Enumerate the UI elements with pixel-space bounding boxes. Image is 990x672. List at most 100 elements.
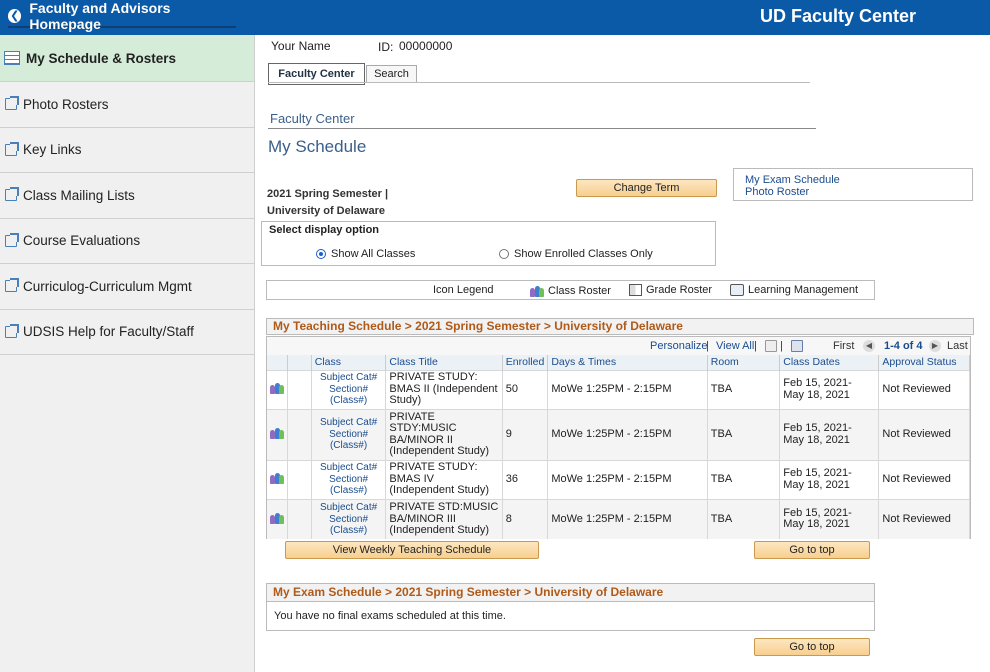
exam-schedule-link[interactable]: My Exam Schedule [745, 174, 961, 186]
column-header: Enrolled [502, 355, 549, 370]
first-label[interactable]: First [833, 340, 854, 352]
legend-grade-roster-label: Grade Roster [646, 284, 713, 296]
exam-schedule-message: You have no final exams scheduled at thi… [266, 602, 875, 631]
class-dates: Feb 15, 2021- May 18, 2021 [779, 408, 880, 460]
room: TBA [707, 459, 781, 499]
row-range: 1-4 of 4 [884, 340, 923, 352]
term-line-1: 2021 Spring Semester | [267, 188, 389, 200]
sidebar-item-udsis-help[interactable]: UDSIS Help for Faculty/Staff [0, 310, 254, 355]
sidebar-item-curriculog[interactable]: Curriculog-Curriculum Mgmt [0, 264, 254, 310]
legend-class-roster: Class Roster [530, 284, 611, 297]
show-enrolled-radio[interactable]: Show Enrolled Classes Only [499, 248, 653, 260]
days-times: MoWe 1:25PM - 2:15PM [547, 498, 708, 539]
sidebar-item-course-evaluations[interactable]: Course Evaluations [0, 219, 254, 264]
class-roster-cell[interactable] [267, 498, 288, 539]
exam-schedule-heading: My Exam Schedule > 2021 Spring Semester … [266, 583, 875, 602]
user-id-label: ID: [378, 40, 394, 54]
sidebar-item-label: Curriculog-Curriculum Mgmt [23, 278, 192, 294]
class-section: Section# [329, 428, 369, 440]
back-to-homepage-link[interactable]: ❮ Faculty and Advisors Homepage [8, 0, 236, 32]
page-title: My Schedule [268, 137, 367, 156]
class-subject: Subject Cat# [319, 502, 378, 513]
column-header: Room [707, 355, 781, 370]
next-icon[interactable]: ▶ [929, 340, 941, 352]
zoom-icon[interactable] [765, 340, 777, 352]
schedule-table: Class Class Title Enrolled Days & Times … [267, 355, 970, 539]
teaching-schedule-grid: Personalize | View All | | First ◀ 1-4 o… [266, 336, 971, 539]
change-term-button[interactable]: Change Term [576, 179, 717, 197]
class-roster-cell[interactable] [267, 408, 288, 460]
photo-roster-link[interactable]: Photo Roster [745, 186, 961, 198]
view-all-link[interactable]: View All [716, 340, 754, 352]
nav-separator: | [754, 340, 757, 352]
download-icon[interactable] [791, 340, 803, 352]
tab-search[interactable]: Search [366, 65, 417, 83]
empty-cell [287, 408, 312, 460]
back-link-label: Faculty and Advisors Homepage [29, 0, 171, 32]
class-title: PRIVATE STUDY: BMAS II (Independent Stud… [385, 369, 503, 409]
class-link[interactable]: Subject Cat# Section# (Class#) [311, 369, 387, 409]
days-times: MoWe 1:25PM - 2:15PM [547, 408, 708, 460]
enrolled: 9 [502, 408, 549, 460]
table-row: Subject Cat# Section# (Class#) PRIVATE S… [267, 369, 970, 409]
sidebar: My Schedule & Rosters Photo Rosters Key … [0, 35, 255, 672]
sidebar-item-key-links[interactable]: Key Links [0, 128, 254, 173]
class-roster-icon[interactable] [270, 426, 284, 440]
sidebar-item-mailing-lists[interactable]: Class Mailing Lists [0, 173, 254, 219]
table-row: Subject Cat# Section# (Class#) PRIVATE S… [267, 498, 970, 539]
class-section: Section# [329, 513, 369, 525]
room: TBA [707, 369, 781, 409]
class-roster-icon[interactable] [270, 511, 284, 524]
sidebar-item-label: My Schedule & Rosters [26, 50, 177, 66]
approval-status: Not Reviewed [878, 408, 970, 460]
user-id-value: 00000000 [399, 39, 453, 53]
radio-selected-icon [316, 249, 326, 259]
show-all-radio[interactable]: Show All Classes [316, 248, 415, 260]
class-roster-icon[interactable] [270, 471, 284, 485]
class-link[interactable]: Subject Cat# Section# (Class#) [311, 408, 387, 460]
room: TBA [707, 408, 781, 460]
view-weekly-schedule-button[interactable]: View Weekly Teaching Schedule [285, 541, 539, 559]
go-to-top-button[interactable]: Go to top [754, 541, 870, 559]
enrolled: 36 [502, 459, 549, 499]
column-header: Days & Times [547, 355, 708, 370]
sidebar-item-label: Course Evaluations [23, 233, 141, 249]
class-section: Section# [329, 383, 369, 395]
class-title: PRIVATE STDY:MUSIC BA/MINOR II (Independ… [385, 408, 503, 460]
icon-column [287, 355, 312, 370]
legend-learning-mgmt-label: Learning Management [748, 284, 859, 296]
class-dates: Feb 15, 2021- May 18, 2021 [779, 369, 880, 409]
external-link-icon [5, 323, 19, 338]
display-option-box: Select display option Show All Classes S… [261, 221, 716, 266]
column-header: Approval Status [878, 355, 970, 370]
column-header: Class [311, 355, 387, 370]
icon-legend: Icon Legend Class Roster Grade Roster Le… [266, 280, 875, 300]
user-name-label: Your Name [271, 39, 331, 53]
class-roster-icon[interactable] [270, 381, 284, 395]
table-header-row: Class Class Title Enrolled Days & Times … [267, 355, 970, 370]
class-roster-cell[interactable] [267, 369, 288, 409]
display-option-title: Select display option [269, 224, 380, 236]
sidebar-item-photo-rosters[interactable]: Photo Rosters [0, 82, 254, 128]
legend-grade-roster: Grade Roster [629, 284, 712, 296]
sidebar-item-label: Photo Rosters [23, 96, 109, 112]
class-subject: Subject Cat# [319, 372, 378, 384]
main-content: Your Name ID: 00000000 Faculty Center Se… [255, 35, 990, 672]
class-roster-cell[interactable] [267, 459, 288, 499]
personalize-link[interactable]: Personalize [650, 340, 707, 352]
sidebar-item-label: Key Links [23, 142, 82, 158]
sidebar-item-schedule-rosters[interactable]: My Schedule & Rosters [0, 35, 254, 82]
external-link-icon [5, 187, 19, 202]
app-title: UD Faculty Center [760, 6, 917, 26]
go-to-top-button[interactable]: Go to top [754, 638, 870, 656]
previous-icon[interactable]: ◀ [863, 340, 875, 352]
class-link[interactable]: Subject Cat# Section# (Class#) [311, 459, 387, 499]
column-header: Class Title [385, 355, 503, 370]
nav-separator: | [780, 340, 783, 352]
class-roster-icon [530, 284, 544, 297]
days-times: MoWe 1:25PM - 2:15PM [547, 369, 708, 409]
class-link[interactable]: Subject Cat# Section# (Class#) [311, 498, 387, 539]
room: TBA [707, 498, 781, 539]
last-label[interactable]: Last [947, 340, 968, 352]
class-subject: Subject Cat# [319, 417, 378, 429]
